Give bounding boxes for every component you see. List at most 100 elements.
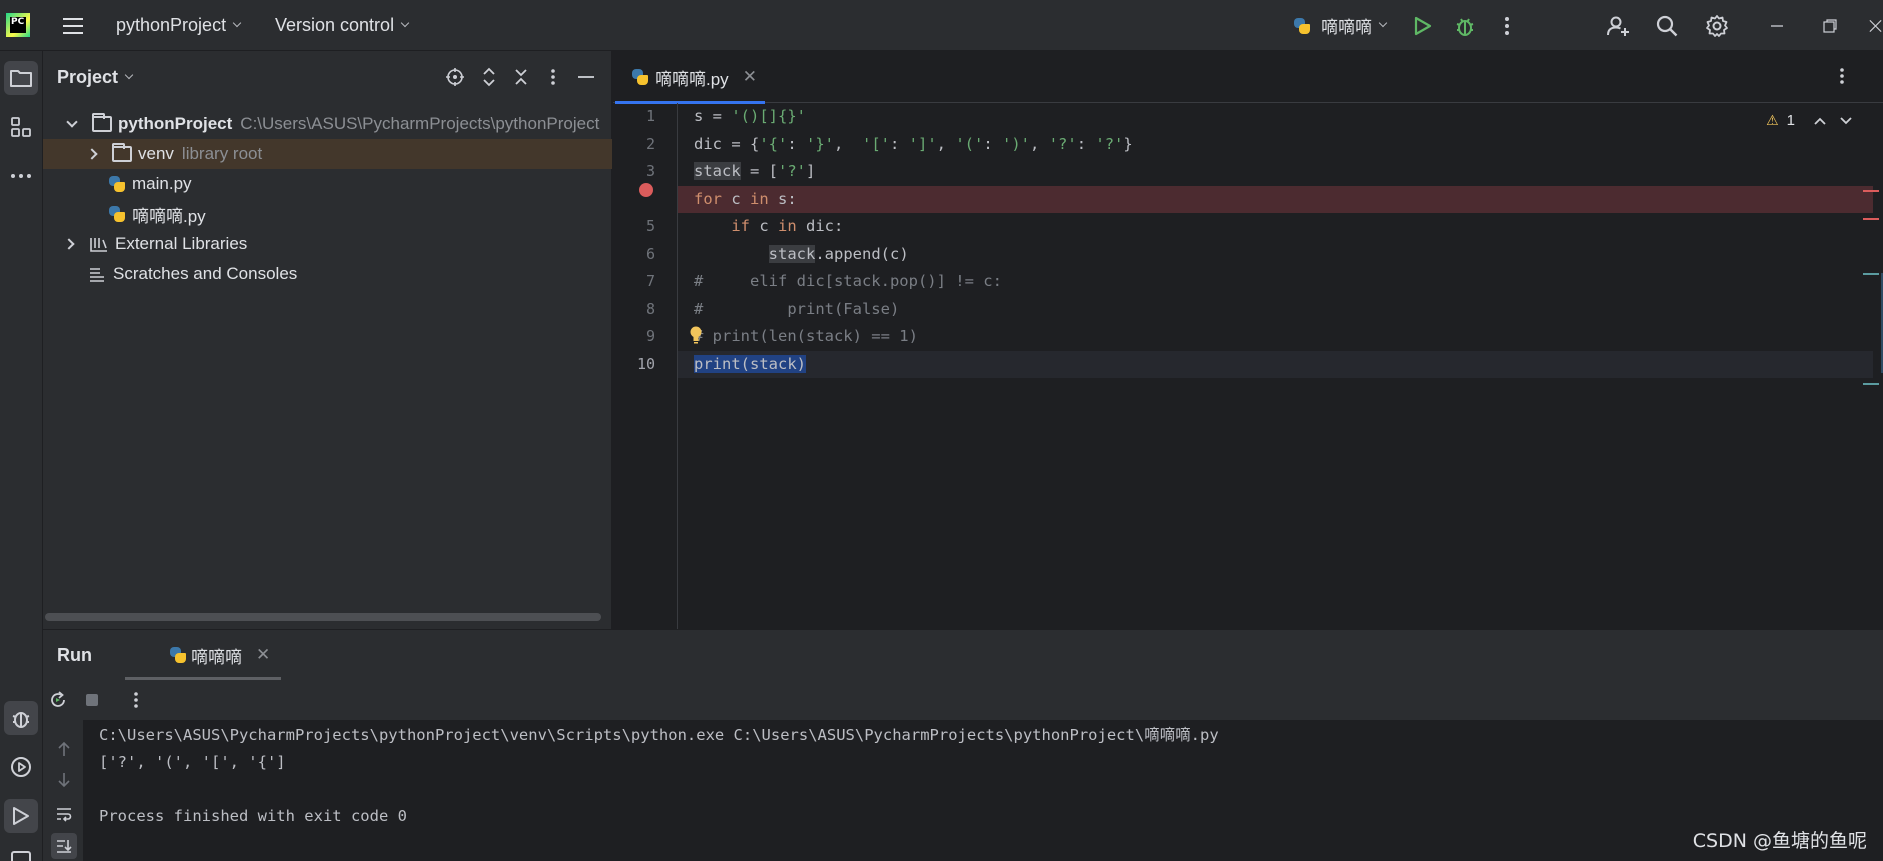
code-line-6: stack.append(c)	[768, 244, 909, 263]
debug-tool-button[interactable]	[4, 701, 38, 735]
console-output[interactable]: C:\Users\ASUS\PycharmProjects\pythonProj…	[83, 720, 1883, 861]
run-icon	[1414, 16, 1432, 35]
console-line-exit: Process finished with exit code 0	[99, 807, 407, 825]
run-config-selector[interactable]: 嘀嘀嘀	[1293, 0, 1388, 51]
close-tab-icon[interactable]: ✕	[256, 645, 270, 665]
editor-tab[interactable]: 嘀嘀嘀.py ✕	[613, 51, 765, 104]
project-panel-title-text: Project	[57, 66, 119, 87]
close-window-icon[interactable]	[1868, 0, 1883, 51]
structure-tool-button[interactable]	[4, 110, 38, 144]
editor-pane: 嘀嘀嘀.py ✕ 1 2 3 5 6 7 8 9 10 s = '()[]{}'…	[613, 51, 1883, 650]
code-line-4-breakpoint: for c in s:	[678, 185, 1873, 213]
python-file-icon	[169, 646, 187, 664]
error-stripe-mark[interactable]	[1863, 190, 1879, 192]
minimize-icon[interactable]	[1762, 0, 1792, 51]
tree-item-external-libraries[interactable]: External Libraries	[43, 229, 612, 259]
code-line-7: # elif dic[stack.pop()] != c:	[694, 272, 1002, 290]
chevron-down-icon	[232, 18, 242, 28]
chevron-down-icon	[1840, 116, 1852, 124]
terminal-tool-button[interactable]	[4, 846, 38, 861]
project-widget[interactable]: pythonProject	[116, 0, 242, 51]
line-number-gutter[interactable]: 1 2 3 5 6 7 8 9 10	[613, 103, 678, 649]
hide-panel-icon[interactable]	[574, 65, 598, 89]
settings-gear-icon[interactable]	[1702, 0, 1732, 51]
services-tool-button[interactable]	[4, 750, 38, 784]
locate-file-icon[interactable]	[443, 65, 467, 89]
options-icon[interactable]	[541, 65, 565, 89]
restore-icon[interactable]	[1815, 0, 1845, 51]
error-stripe-mark[interactable]	[1863, 218, 1879, 220]
run-tab-label: 嘀嘀嘀	[191, 647, 242, 667]
python-file-icon	[108, 175, 126, 193]
code-line-5: if c in dic:	[731, 217, 844, 235]
editor-options-icon[interactable]	[1839, 67, 1845, 90]
chevron-down-icon	[400, 18, 410, 28]
run-config-name: 嘀嘀嘀	[1321, 18, 1372, 37]
arrow-up-icon[interactable]	[51, 736, 77, 762]
tree-label: Scratches and Consoles	[113, 264, 298, 283]
close-tab-icon[interactable]: ✕	[743, 67, 757, 87]
chevron-right-icon[interactable]	[63, 238, 75, 250]
run-button[interactable]	[1408, 0, 1438, 51]
inspection-widget[interactable]: ⚠ 1	[1766, 112, 1853, 129]
code-line-3: stack = ['?']	[694, 162, 816, 180]
breakpoint-icon[interactable]	[639, 183, 653, 197]
pycharm-logo-icon[interactable]: PC	[6, 13, 30, 37]
project-tool-button[interactable]	[4, 61, 38, 95]
warning-count: 1	[1786, 112, 1795, 129]
chevron-down-icon[interactable]	[66, 116, 78, 128]
version-control-label: Version control	[275, 15, 395, 35]
scroll-to-end-icon[interactable]	[51, 833, 77, 859]
run-tool-button[interactable]	[4, 799, 38, 833]
expand-all-icon[interactable]	[477, 65, 501, 89]
search-icon[interactable]	[1652, 0, 1682, 51]
rerun-icon[interactable]	[45, 687, 71, 713]
debug-button[interactable]	[1450, 0, 1480, 51]
warning-icon: ⚠	[1766, 112, 1779, 128]
arrow-down-icon[interactable]	[51, 767, 77, 793]
code-with-me-icon[interactable]	[1603, 0, 1633, 51]
tree-item-pythonproject[interactable]: pythonProject C:\Users\ASUS\PycharmProje…	[43, 109, 612, 139]
soft-wrap-icon[interactable]	[51, 801, 77, 827]
stop-icon[interactable]	[79, 687, 105, 713]
scratches-icon	[90, 268, 104, 282]
tree-hint: library root	[181, 144, 263, 163]
more-options-icon[interactable]	[123, 687, 149, 713]
project-name: pythonProject	[116, 15, 227, 35]
tree-item-main-py[interactable]: main.py	[43, 169, 612, 199]
intention-bulb-icon[interactable]	[689, 325, 703, 350]
version-control-widget[interactable]: Version control	[275, 0, 410, 51]
line-number: 8	[645, 299, 655, 318]
chevron-right-icon[interactable]	[86, 148, 98, 160]
editor-tab-bar: 嘀嘀嘀.py ✕	[613, 51, 1883, 104]
tree-item-venv[interactable]: venv library root	[43, 139, 612, 169]
tree-item-current-py[interactable]: 嘀嘀嘀.py	[43, 199, 612, 229]
bug-icon	[12, 712, 30, 728]
structure-icon	[11, 117, 31, 137]
run-panel-title: Run	[57, 645, 92, 665]
bug-icon	[1456, 17, 1474, 36]
more-tool-windows-icon[interactable]	[4, 159, 38, 193]
change-stripe-mark[interactable]	[1863, 273, 1879, 275]
code-editor[interactable]: s = '()[]{}' dic = {'{': '}', '[': ']', …	[678, 103, 1883, 649]
collapse-all-icon[interactable]	[509, 65, 533, 89]
line-number: 1	[645, 107, 655, 125]
line-number: 9	[645, 327, 655, 345]
run-tab[interactable]: 嘀嘀嘀 ✕	[125, 630, 281, 680]
code-line-10: print(stack)	[678, 350, 1873, 378]
project-panel-title[interactable]: Project	[57, 66, 134, 88]
more-actions-icon[interactable]	[1492, 0, 1522, 51]
run-icon	[13, 807, 29, 825]
code-line-8: # print(False)	[694, 299, 900, 318]
tree-label: main.py	[132, 174, 192, 193]
tree-label: pythonProject	[118, 114, 233, 133]
tree-label: External Libraries	[115, 234, 248, 253]
services-icon	[11, 757, 31, 777]
main-menu-icon[interactable]	[60, 0, 86, 51]
change-stripe-mark[interactable]	[1863, 383, 1879, 385]
run-toolbar	[43, 682, 1883, 718]
tree-item-scratches[interactable]: Scratches and Consoles	[43, 259, 612, 289]
horizontal-scrollbar[interactable]	[45, 613, 601, 621]
folder-icon	[10, 70, 32, 87]
code-line-2: dic = {'{': '}', '[': ']', '(': ')', '?'…	[694, 134, 1133, 153]
